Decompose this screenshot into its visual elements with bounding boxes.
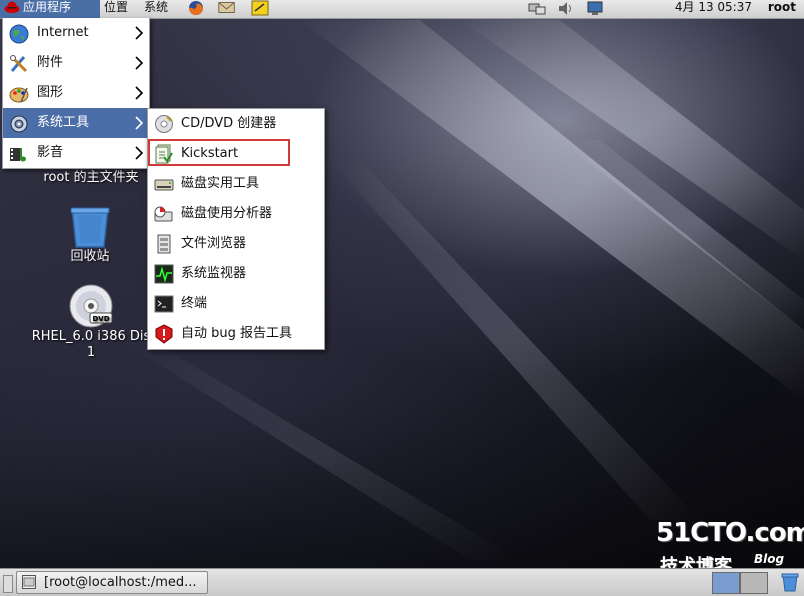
applications-menu[interactable]: 应用程序 <box>0 0 100 18</box>
chevron-right-icon <box>135 56 143 70</box>
submenu-item-disk-usage-analyzer[interactable]: 磁盘使用分析器 <box>148 199 324 229</box>
submenu-item-label: 文件浏览器 <box>181 236 247 251</box>
accessories-icon <box>10 55 28 73</box>
menu-item-multimedia[interactable]: 影音 <box>3 138 149 168</box>
dvd-label-line1: RHEL_6.0 i386 Dis <box>31 329 151 344</box>
globe-icon <box>9 24 29 44</box>
dvd-desktop-icon[interactable]: DVD RHEL_6.0 i386 Dis 1 <box>24 283 158 361</box>
menu-item-label: 图形 <box>37 85 64 100</box>
submenu-item-system-monitor[interactable]: 系统监视器 <box>148 259 324 289</box>
top-panel: 应用程序 位置 系统 4月 13 05:37 root <box>0 0 804 19</box>
trash-icon <box>70 207 110 248</box>
bottom-panel: [root@localhost:/med... <box>0 568 804 596</box>
notes-launcher-icon[interactable] <box>250 0 270 16</box>
file-browser-icon <box>157 234 171 254</box>
chevron-right-icon <box>135 146 143 160</box>
clock[interactable]: 4月 13 05:37 <box>675 0 752 14</box>
user-menu[interactable]: root <box>768 0 796 14</box>
menu-item-graphics[interactable]: 图形 <box>3 78 149 108</box>
chevron-right-icon <box>135 116 143 130</box>
system-tools-icon <box>10 115 28 133</box>
dvd-badge: DVD <box>92 315 109 323</box>
cd-burner-icon <box>155 115 173 133</box>
watermark-blog: Blog <box>754 552 785 566</box>
menu-item-internet[interactable]: Internet <box>3 18 149 48</box>
network-icon[interactable] <box>528 1 546 16</box>
submenu-item-file-browser[interactable]: 文件浏览器 <box>148 229 324 259</box>
submenu-item-kickstart[interactable]: Kickstart <box>148 139 324 169</box>
multimedia-icon <box>10 148 26 162</box>
taskbar-window-terminal[interactable]: [root@localhost:/med... <box>16 571 208 594</box>
dvd-label-line2: 1 <box>86 345 96 360</box>
taskbar-window-label: [root@localhost:/med... <box>44 575 197 590</box>
submenu-item-terminal[interactable]: 终端 <box>148 289 324 319</box>
show-desktop-button[interactable] <box>3 575 13 593</box>
system-monitor-icon <box>154 264 174 284</box>
menu-item-label: 附件 <box>37 55 64 70</box>
disk-utility-icon <box>154 179 174 191</box>
submenu-item-label: 系统监视器 <box>181 266 247 281</box>
submenu-item-label: 自动 bug 报告工具 <box>181 326 293 341</box>
trash-label: 回收站 <box>70 249 110 264</box>
system-menu[interactable]: 系统 <box>140 0 172 18</box>
submenu-item-label: CD/DVD 创建器 <box>181 116 277 131</box>
menu-item-label: 影音 <box>37 145 64 160</box>
submenu-item-disk-utility[interactable]: 磁盘实用工具 <box>148 169 324 199</box>
dvd-disc-icon: DVD <box>69 284 113 328</box>
applications-menu-label: 应用程序 <box>23 0 72 14</box>
home-folder-label[interactable]: root 的主文件夹 <box>36 170 146 186</box>
terminal-window-icon <box>22 575 36 589</box>
system-tools-submenu: CD/DVD 创建器 Kickstart 磁盘实用工具 磁盘使用分析器 文件浏览… <box>147 108 325 350</box>
submenu-item-bug-report[interactable]: 自动 bug 报告工具 <box>148 319 324 349</box>
submenu-item-cd-dvd-creator[interactable]: CD/DVD 创建器 <box>148 109 324 139</box>
mail-launcher-icon[interactable] <box>217 0 237 16</box>
menu-item-accessories[interactable]: 附件 <box>3 48 149 78</box>
terminal-icon <box>154 295 174 313</box>
trash-desktop-icon[interactable]: 回收站 <box>50 205 130 265</box>
submenu-item-label: Kickstart <box>181 146 239 161</box>
kickstart-icon <box>155 144 173 164</box>
submenu-item-label: 磁盘实用工具 <box>181 176 260 191</box>
menu-item-label: 系统工具 <box>37 115 90 130</box>
disk-analyzer-icon <box>154 206 173 222</box>
bug-report-icon <box>155 324 173 344</box>
workspace-2[interactable] <box>740 572 768 594</box>
submenu-item-label: 磁盘使用分析器 <box>181 206 273 221</box>
chevron-right-icon <box>135 26 143 40</box>
trash-applet-icon[interactable] <box>780 572 800 592</box>
menu-item-label: Internet <box>37 25 89 40</box>
watermark-logo: 51CTO.com <box>656 518 804 548</box>
menu-item-system-tools[interactable]: 系统工具 <box>3 108 149 138</box>
workspace-1[interactable] <box>712 572 740 594</box>
places-menu[interactable]: 位置 <box>100 0 132 18</box>
graphics-icon <box>9 87 29 103</box>
chevron-right-icon <box>135 86 143 100</box>
applications-dropdown: Internet 附件 图形 系统工具 影音 <box>2 18 150 169</box>
submenu-item-label: 终端 <box>181 296 208 311</box>
display-icon[interactable] <box>586 1 604 16</box>
volume-icon[interactable] <box>557 1 575 16</box>
redhat-icon <box>4 1 20 13</box>
firefox-launcher-icon[interactable] <box>186 0 206 16</box>
